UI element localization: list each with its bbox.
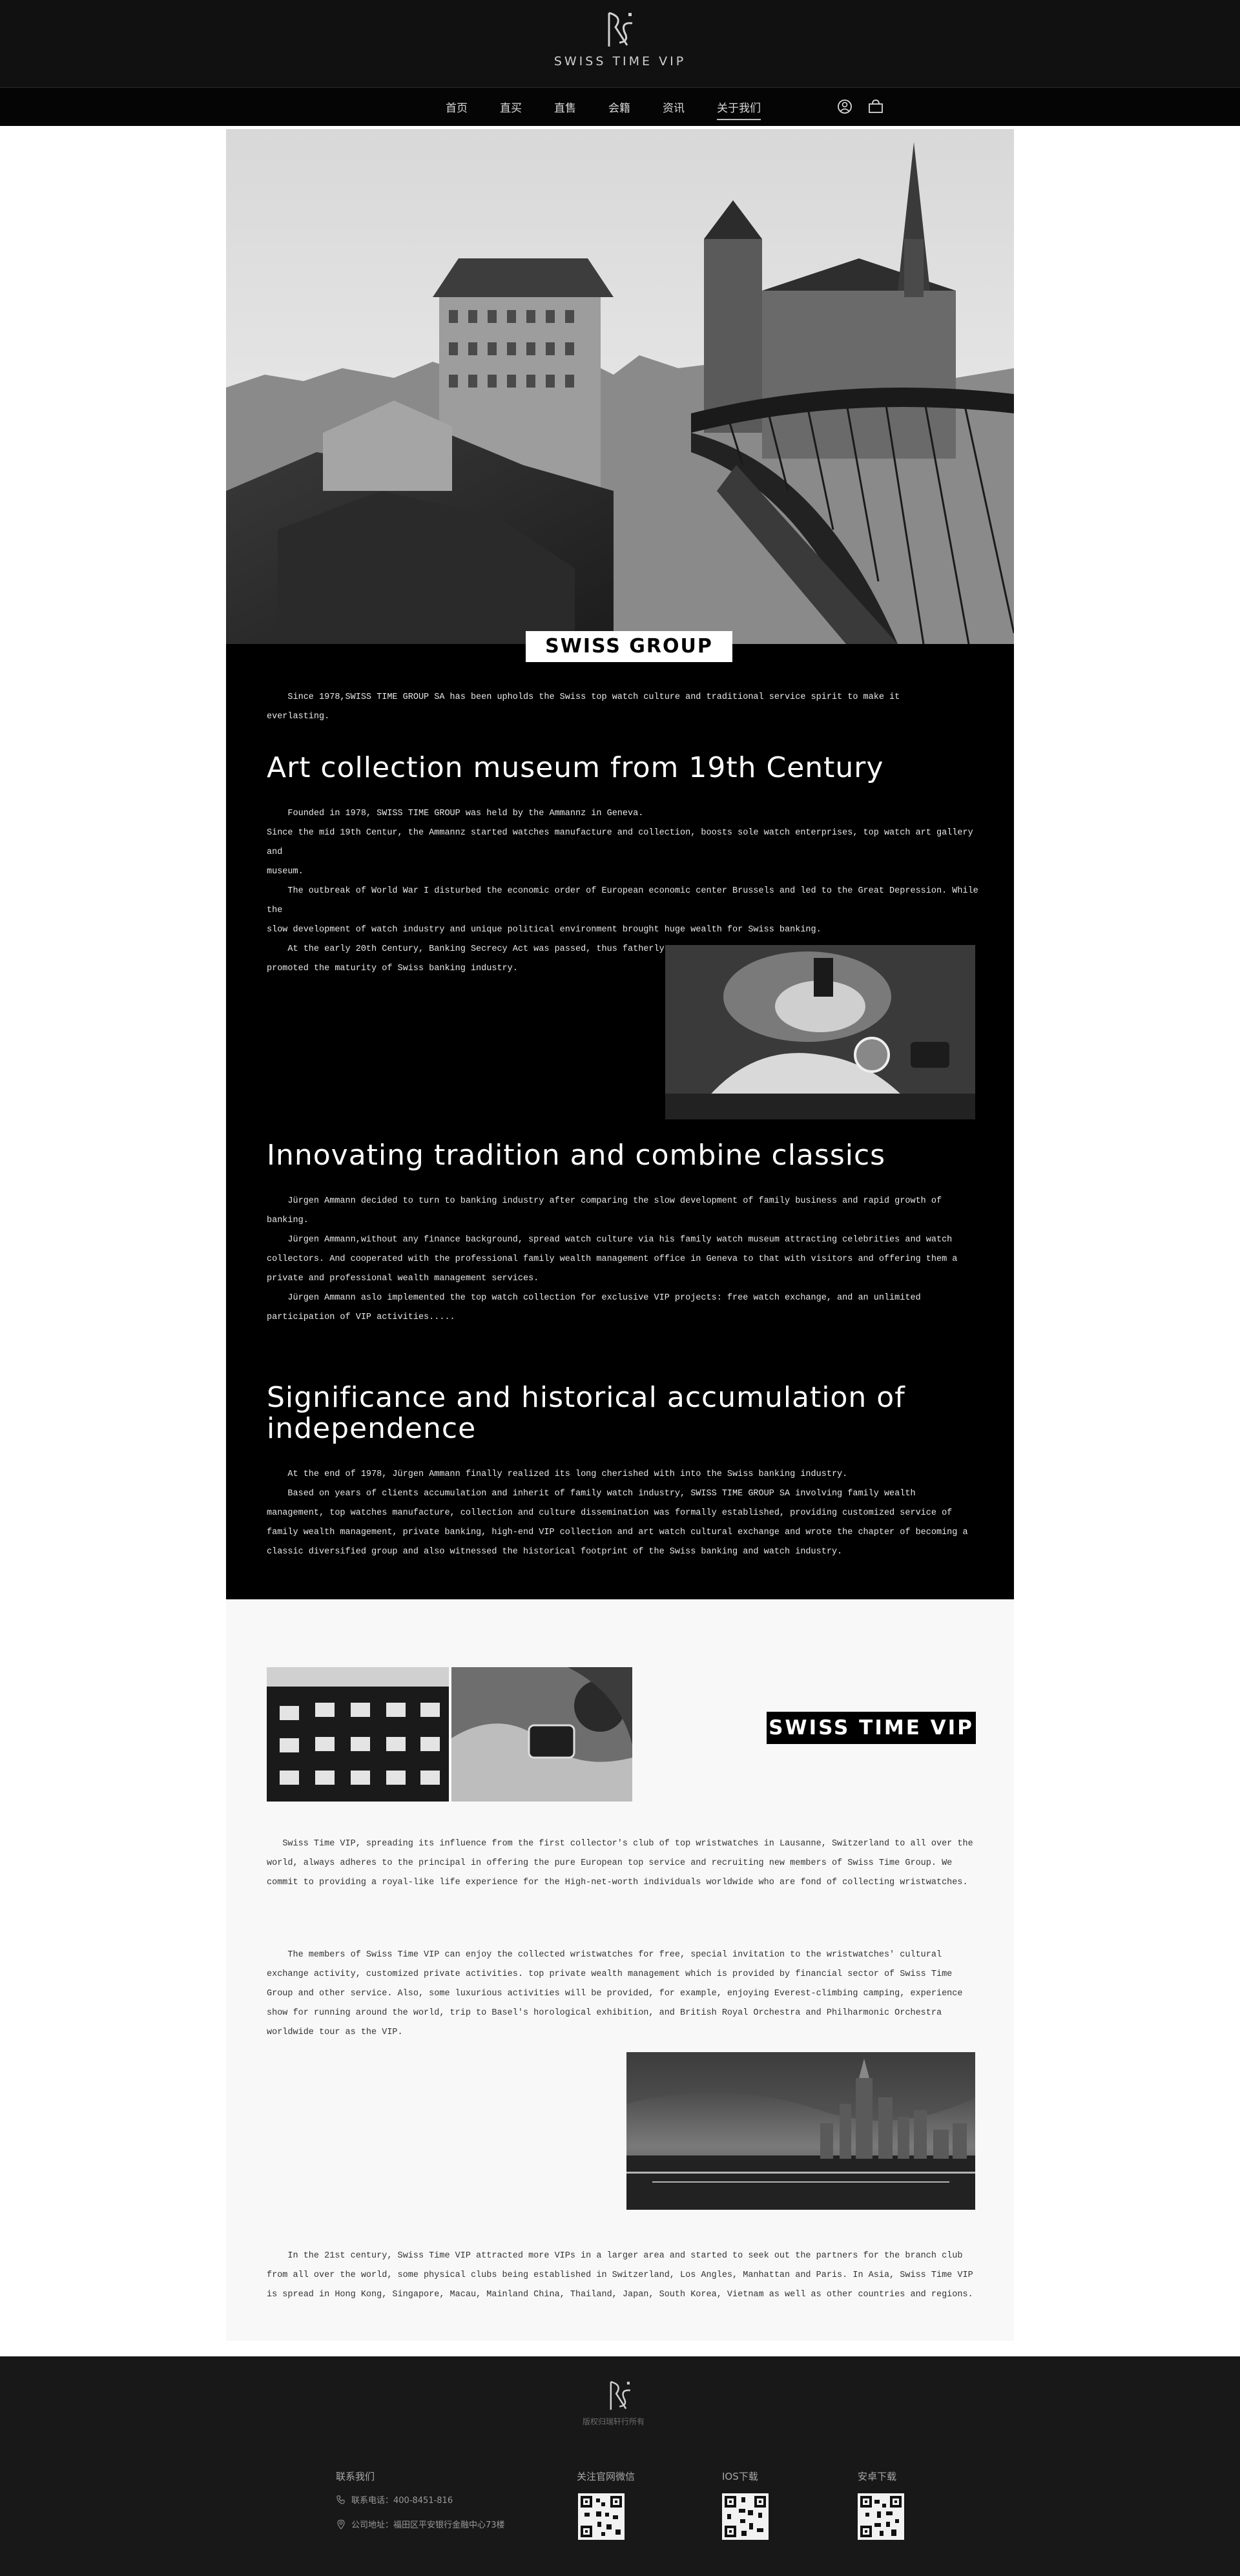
phone-icon [336,2495,345,2504]
watch-hands-photo [451,1667,632,1802]
hero-illustration [226,129,1014,644]
nav-direct-buy[interactable]: 直买 [500,95,522,120]
section-significance-title-line1: Significance and historical accumulation… [267,1381,905,1414]
hong-kong-skyline-photo [626,2052,975,2210]
watch-tray-illustration [267,1667,449,1802]
brand-logo[interactable]: SWISS TIME VIP [536,10,704,81]
section-art-title: Art collection museum from 19th Century [267,751,884,784]
footer-phone-text: 联系电话：400-8451-816 [351,2496,453,2506]
vip-paragraph-1: Swiss Time VIP, spreading its influence … [267,1839,973,1887]
user-icon[interactable] [836,98,853,115]
footer-address-text: 公司地址：福田区平安银行金融中心73楼 [351,2520,505,2530]
skyline-illustration [626,2052,975,2210]
section-significance-body: At the end of 1978, Jürgen Ammann finall… [267,1470,968,1557]
bag-icon[interactable] [867,98,884,115]
nav-about-us[interactable]: 关于我们 [717,95,761,120]
footer-phone: 联系电话：400-8451-816 [336,2493,453,2506]
location-pin-icon [337,2519,345,2529]
watchmaker-illustration [665,945,975,1119]
vip-paragraph-3: In the 21st century, Swiss Time VIP attr… [267,2251,973,2300]
nav-membership[interactable]: 会籍 [608,95,630,120]
hero-city-photo [226,129,1014,644]
watch-collection-photo [267,1667,449,1802]
section-innovating-body: Jürgen Ammann decided to turn to banking… [267,1196,958,1322]
swiss-time-vip-badge: SWISS TIME VIP [767,1712,976,1744]
qr-pattern-icon [722,2493,769,2540]
footer-android-title: 安卓下载 [858,2471,897,2482]
brand-name: SWISS TIME VIP [553,54,687,68]
vip-paragraph-2: The members of Swiss Time VIP can enjoy … [267,1950,963,2037]
nav-icons [836,98,884,115]
section-significance-title-line2: independence [267,1412,477,1445]
qr-pattern-icon [578,2493,625,2540]
footer-address: 公司地址：福田区平安银行金融中心73楼 [336,2518,505,2530]
footer-wechat-title: 关注官网微信 [577,2471,636,2482]
top-header: SWISS TIME VIP [0,0,1240,87]
main-nav: 首页 直买 直售 会籍 资讯 关于我们 [446,88,793,127]
rs-logo-icon [608,12,633,47]
rs-logo-icon [610,2381,630,2410]
footer-logo[interactable]: 版权归瑞轩行所有 [583,2380,652,2427]
site-footer: 版权归瑞轩行所有 联系我们 联系电话：400-8451-816 公司地址：福田区… [0,2356,1240,2576]
watch-hands-illustration [451,1667,632,1802]
android-qr-code[interactable] [858,2493,904,2540]
wechat-qr-code[interactable] [578,2493,625,2540]
main-nav-bar: 首页 直买 直售 会籍 资讯 关于我们 [0,87,1240,126]
footer-copyright: 版权归瑞轩行所有 [582,2417,645,2426]
nav-direct-sell[interactable]: 直售 [554,95,576,120]
ios-qr-code[interactable] [722,2493,769,2540]
footer-contact-title: 联系我们 [336,2471,375,2482]
nav-home[interactable]: 首页 [446,95,468,120]
watchmaker-photo [665,945,975,1119]
footer-ios-title: IOS下载 [722,2471,758,2482]
qr-pattern-icon [858,2493,904,2540]
swiss-group-badge: SWISS GROUP SA [526,631,732,689]
section-innovating-title: Innovating tradition and combine classic… [267,1139,886,1172]
intro-paragraph: Since 1978,SWISS TIME GROUP SA has been … [267,692,900,722]
nav-news[interactable]: 资讯 [663,95,685,120]
